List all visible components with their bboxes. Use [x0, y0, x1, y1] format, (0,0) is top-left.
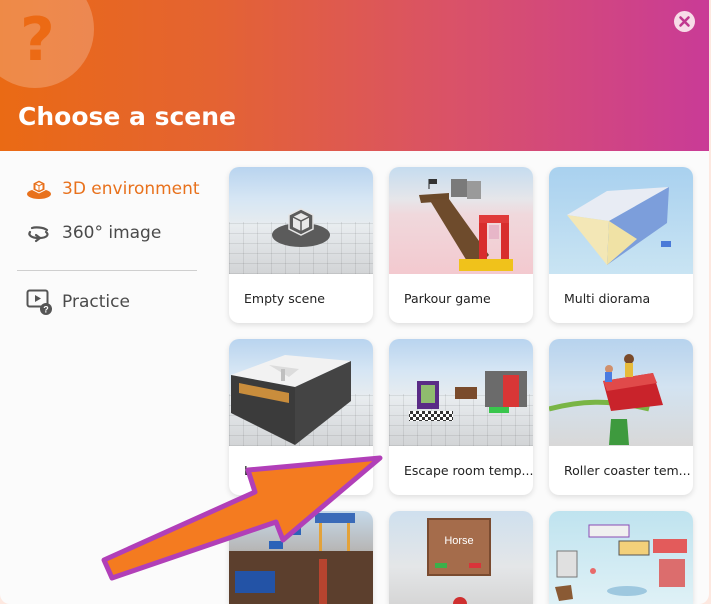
scene-card-empty[interactable]: Empty scene [229, 167, 373, 323]
sidebar-item-3d-environment[interactable]: 3D environment [26, 176, 200, 202]
sidebar-item-360-image[interactable]: 360° image [26, 220, 161, 246]
scene-thumbnail [549, 511, 693, 604]
dialog-title: Choose a scene [18, 102, 237, 131]
scene-thumbnail [229, 339, 373, 446]
question-mark-icon[interactable]: ? [20, 8, 55, 72]
horse-sign-text: Horse [444, 535, 474, 547]
parkour-thumbnail-art [419, 179, 513, 271]
rotate-360-icon [28, 226, 49, 243]
scene-label: Parkour game [404, 291, 491, 306]
red-button [453, 597, 467, 604]
scene-card-museum[interactable] [549, 511, 693, 604]
scene-card-escape-room[interactable]: Escape room temp... [389, 339, 533, 495]
sidebar-item-practice[interactable]: ? Practice [26, 289, 130, 315]
scene-thumbnail [229, 167, 373, 274]
escape-room-thumbnail-art [409, 371, 527, 421]
red-marker [469, 563, 481, 568]
cube-icon [272, 208, 330, 247]
scene-thumbnail: Horse [389, 511, 533, 604]
svg-text:?: ? [43, 305, 49, 315]
scene-label: Large gallery [244, 463, 326, 478]
scene-card-parkour[interactable]: Parkour game [389, 167, 533, 323]
video-help-icon: ? [26, 289, 52, 315]
close-icon [679, 16, 690, 27]
sidebar-item-label: 360° image [62, 223, 162, 243]
green-marker [435, 563, 447, 568]
coaster-park-thumbnail-art [229, 513, 373, 604]
scene-card-multi-diorama[interactable]: Multi diorama [549, 167, 693, 323]
scene-thumbnail [549, 339, 693, 446]
sidebar-item-label: Practice [62, 292, 130, 312]
scene-card-roller-coaster[interactable]: Roller coaster tem... [549, 339, 693, 495]
scene-dialog: ? Choose a scene 3D environment 360° ima… [0, 0, 709, 604]
scene-card-coaster-park[interactable] [229, 511, 373, 604]
scene-label: Roller coaster tem... [564, 463, 691, 478]
scene-thumbnail [389, 339, 533, 446]
dialog-header: ? Choose a scene [0, 0, 709, 151]
scene-label: Empty scene [244, 291, 325, 306]
scene-thumbnail [229, 511, 373, 604]
scene-card-large-gallery[interactable]: Large gallery [229, 339, 373, 495]
scene-thumbnail [389, 167, 533, 274]
museum-thumbnail-art [555, 524, 687, 601]
roller-coaster-thumbnail-art [549, 354, 663, 445]
scene-thumbnail [549, 167, 693, 274]
close-button[interactable] [674, 11, 695, 32]
gallery-thumbnail-art [231, 355, 351, 445]
cube-icon [27, 179, 51, 199]
scene-card-horse[interactable]: Horse [389, 511, 533, 604]
sidebar-divider [17, 270, 197, 271]
diorama-thumbnail-art [567, 187, 671, 265]
sidebar-item-label: 3D environment [62, 179, 200, 199]
scene-label: Multi diorama [564, 291, 651, 306]
scene-label: Escape room temp... [404, 463, 533, 478]
